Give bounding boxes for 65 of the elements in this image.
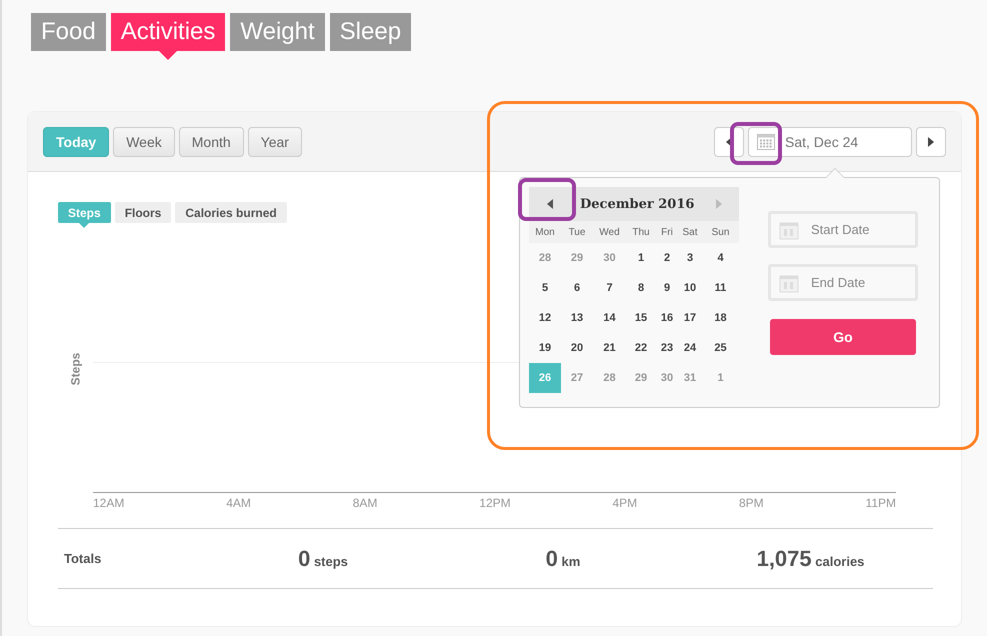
calendar-day[interactable]: 19 bbox=[529, 333, 561, 363]
x-axis-label: 4AM bbox=[226, 496, 251, 510]
x-axis-label: 8AM bbox=[352, 496, 378, 510]
calendar-day[interactable]: 20 bbox=[561, 333, 593, 363]
total-value: 0 km bbox=[546, 546, 580, 572]
period-button[interactable]: Month bbox=[178, 126, 244, 156]
calendar-day[interactable]: 4 bbox=[702, 243, 739, 273]
tab-pointer-icon bbox=[79, 223, 90, 228]
calendar-day[interactable]: 3 bbox=[678, 243, 702, 273]
calendar-day[interactable]: 25 bbox=[702, 333, 739, 363]
right-triangle-icon bbox=[716, 199, 722, 209]
x-axis-label: 4PM bbox=[612, 496, 638, 510]
calendar-icon bbox=[757, 134, 775, 150]
period-button[interactable]: Year bbox=[248, 126, 302, 156]
y-axis-label: Steps bbox=[68, 352, 82, 386]
weekday-label: Sun bbox=[702, 221, 739, 243]
weekday-label: Mon bbox=[529, 221, 561, 243]
right-triangle-icon bbox=[928, 136, 934, 146]
date-value: Sat, Dec 24 bbox=[785, 134, 858, 150]
weekday-label: Sat bbox=[678, 221, 702, 243]
period-button[interactable]: Week bbox=[113, 126, 175, 156]
main-tab[interactable]: Activities bbox=[110, 13, 226, 51]
tab-pointer-icon bbox=[159, 51, 178, 60]
calendar-day[interactable]: 22 bbox=[626, 333, 656, 363]
calendar-day[interactable]: 2 bbox=[656, 243, 678, 273]
calendar-day[interactable]: 23 bbox=[656, 333, 678, 363]
total-value: 1,075 calories bbox=[756, 546, 864, 572]
calendar-day[interactable]: 12 bbox=[529, 303, 561, 333]
x-axis-label: 11PM bbox=[866, 496, 896, 510]
weekday-label: Thu bbox=[626, 221, 656, 243]
calendar-day[interactable]: 9 bbox=[656, 273, 678, 303]
start-date-field[interactable]: Start Date bbox=[768, 211, 918, 248]
left-triangle-icon bbox=[546, 199, 552, 209]
month-title: December 2016 bbox=[579, 196, 696, 212]
calendar-day[interactable]: 24 bbox=[678, 333, 702, 363]
calendar-day[interactable]: 11 bbox=[702, 273, 739, 303]
calendar-day[interactable]: 17 bbox=[678, 303, 702, 333]
calendar-day[interactable]: 6 bbox=[561, 273, 593, 303]
go-button[interactable]: Go bbox=[770, 319, 916, 355]
x-axis-label: 12PM bbox=[479, 496, 511, 510]
calendar-day[interactable]: 1 bbox=[626, 243, 656, 273]
calendar-day[interactable]: 13 bbox=[561, 303, 593, 333]
metric-tab[interactable]: Floors bbox=[114, 202, 172, 223]
calendar-icon bbox=[779, 220, 799, 240]
next-day-button[interactable] bbox=[916, 126, 946, 156]
calendar-day[interactable]: 14 bbox=[593, 303, 626, 333]
weekday-label: Tue bbox=[561, 221, 593, 243]
calendar-day[interactable]: 5 bbox=[529, 273, 561, 303]
weekday-label: Wed bbox=[593, 221, 626, 243]
calendar-icon bbox=[779, 273, 799, 293]
total-value: 0 steps bbox=[298, 546, 348, 572]
x-axis-label: 12AM bbox=[93, 496, 124, 510]
date-field[interactable]: Sat, Dec 24 bbox=[748, 126, 912, 156]
calendar-day[interactable]: 18 bbox=[702, 303, 739, 333]
totals-label: Totals bbox=[63, 551, 102, 566]
calendar-day[interactable]: 8 bbox=[626, 273, 656, 303]
calendar-day[interactable]: 15 bbox=[626, 303, 656, 333]
end-date-field[interactable]: End Date bbox=[768, 264, 918, 301]
calendar-day[interactable]: 16 bbox=[656, 303, 678, 333]
weekday-label: Fri bbox=[656, 221, 678, 243]
calendar-day[interactable]: 21 bbox=[593, 333, 626, 363]
metric-tab[interactable]: Calories burned bbox=[175, 202, 287, 223]
x-axis-label: 8PM bbox=[739, 496, 764, 510]
calendar-day[interactable]: 10 bbox=[678, 273, 702, 303]
calendar-day[interactable]: 7 bbox=[593, 273, 626, 303]
